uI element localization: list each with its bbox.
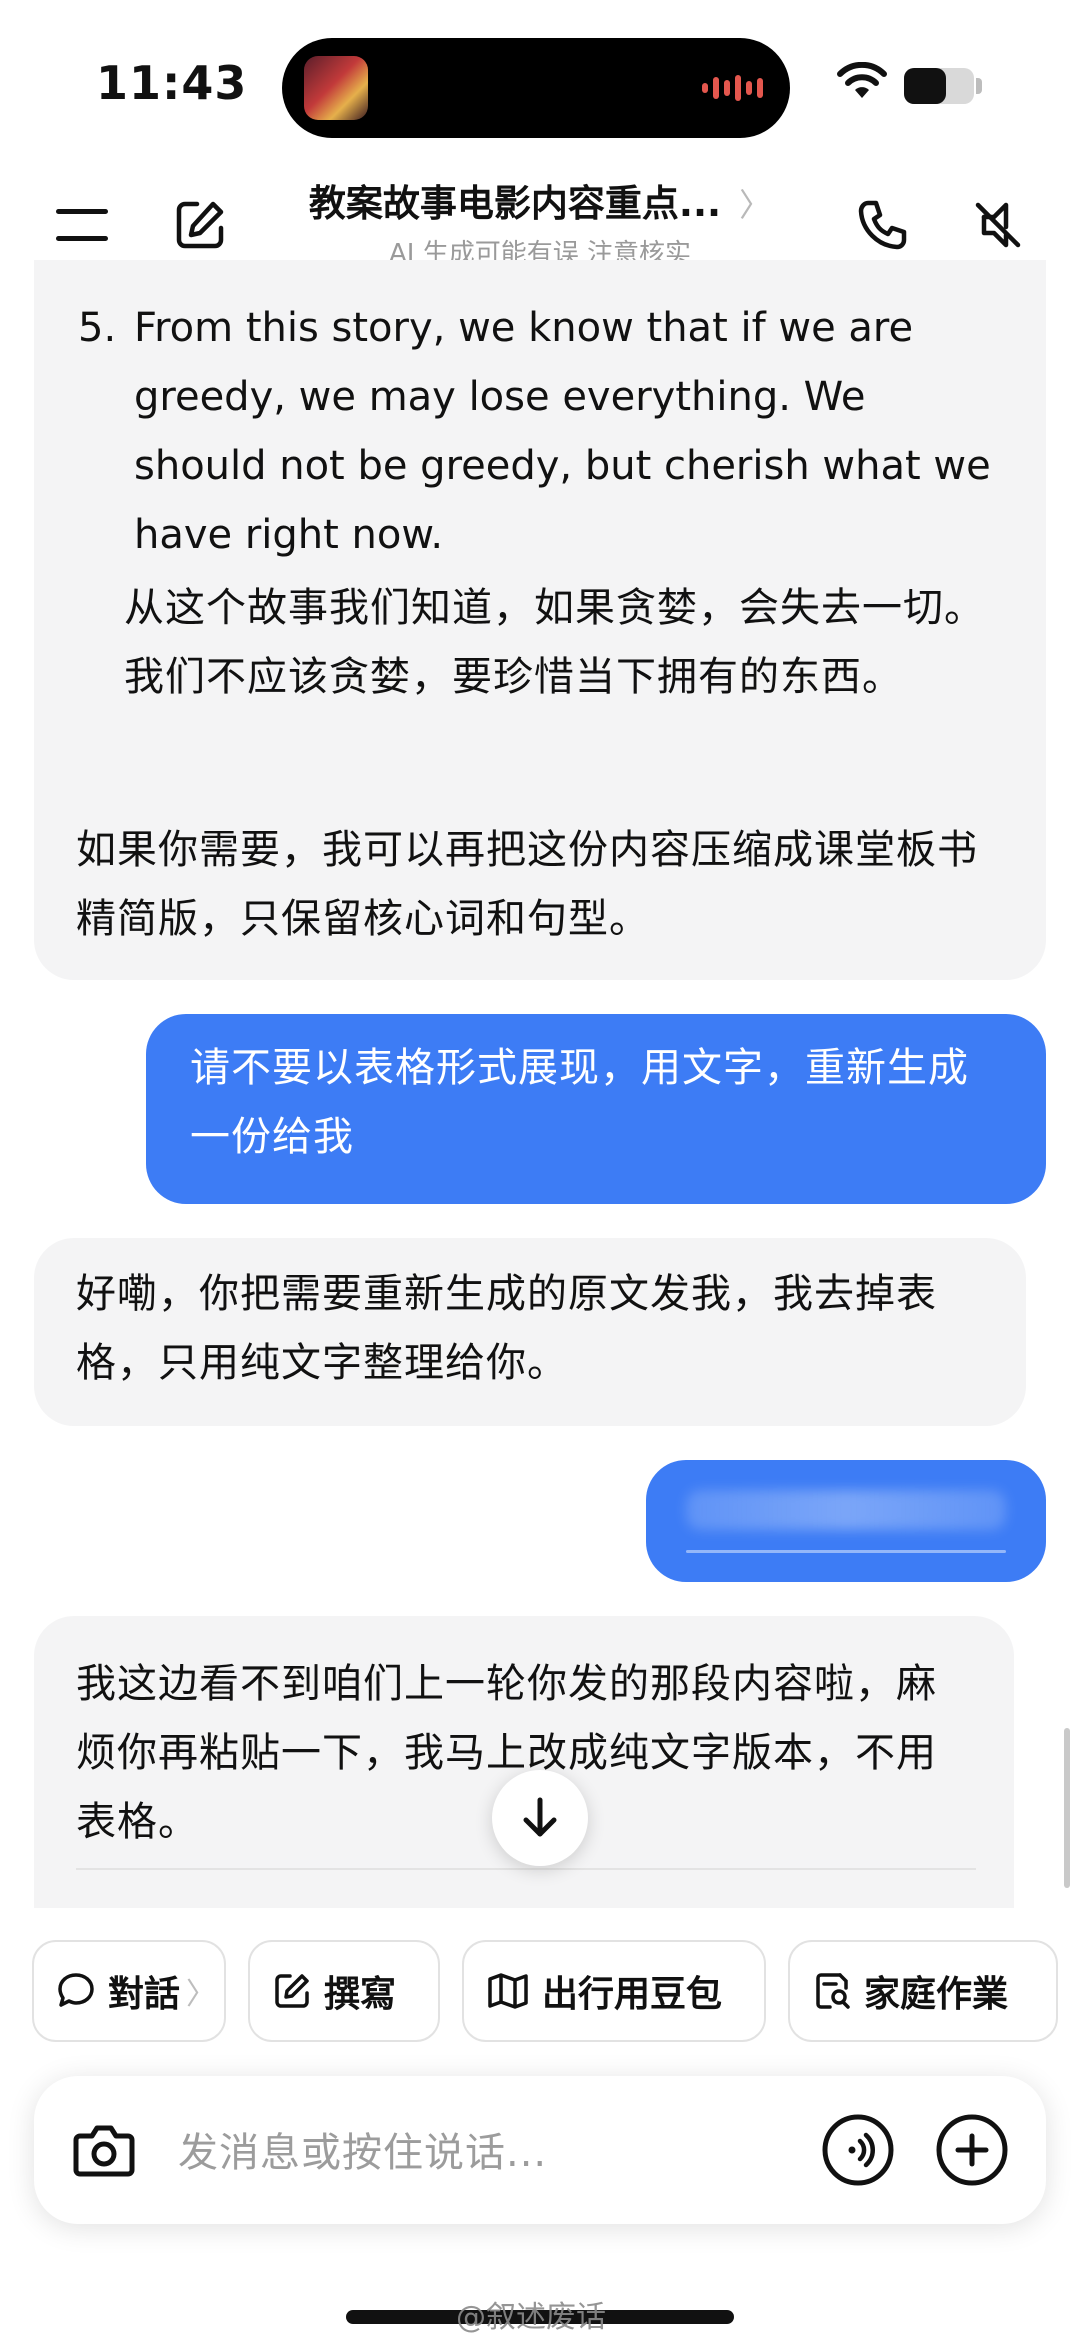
chinese-translation: 从这个故事我们知道，如果贪婪，会失去一切。我们不应该贪婪，要珍惜当下拥有的东西。 <box>124 585 985 700</box>
chip-travel[interactable]: 出行用豆包 <box>462 1940 766 2042</box>
new-chat-button[interactable] <box>160 185 240 265</box>
now-playing-artwork <box>304 56 368 120</box>
divider <box>76 1868 976 1870</box>
chat-bubble-icon <box>58 1973 94 2007</box>
chip-write[interactable]: 撰寫 <box>248 1940 440 2042</box>
phone-icon <box>858 200 907 250</box>
battery-cap <box>976 78 982 94</box>
message-composer: 发消息或按住说话... <box>34 2076 1046 2224</box>
chevron-right-icon: 〉 <box>186 1977 217 2012</box>
chat-title-area[interactable]: 教案故事电影内容重点... 〉 AI 生成可能有误 注意核实 <box>260 173 820 270</box>
plus-icon[interactable] <box>934 2112 1010 2188</box>
map-icon <box>488 1973 528 2009</box>
scrollbar[interactable] <box>1064 1728 1070 1888</box>
user-message[interactable]: 请不要以表格形式展现，用文字，重新生成一份给我 <box>146 1014 1046 1204</box>
speaker-mute-icon <box>975 202 1021 248</box>
ai-message[interactable]: 好嘞，你把需要重新生成的原文发我，我去掉表格，只用纯文字整理给你。 <box>34 1238 1026 1426</box>
ai-message[interactable]: 5. From this story, we know that if we a… <box>34 260 1046 980</box>
chip-label: 對話 <box>108 1974 181 2015</box>
english-sentence: From this story, we know that if we are … <box>134 305 991 558</box>
battery-icon <box>904 68 974 104</box>
watermark: @叙述废话 <box>456 2300 606 2335</box>
mute-button[interactable] <box>958 185 1038 265</box>
status-time: 11:43 <box>96 56 248 110</box>
ai-message[interactable]: 我这边看不到咱们上一轮你发的那段内容啦，麻烦你再粘贴一下，我马上改成纯文字版本，… <box>34 1616 1014 1916</box>
chip-chat[interactable]: 對話 〉 <box>32 1940 226 2042</box>
scroll-to-bottom-button[interactable] <box>492 1770 588 1866</box>
chip-label: 出行用豆包 <box>542 1974 723 2015</box>
chip-label: 撰寫 <box>324 1974 397 2015</box>
chevron-right-icon: 〉 <box>739 186 772 224</box>
status-bar: 11:43 <box>0 0 1080 165</box>
wifi-icon <box>837 62 887 98</box>
hamburger-icon <box>56 209 108 241</box>
camera-icon[interactable] <box>68 2114 140 2186</box>
quick-actions: 對話 〉 撰寫 出行用豆包 家庭作業 <box>0 1908 1080 2088</box>
chip-label: 家庭作業 <box>864 1974 1009 2015</box>
compose-icon <box>176 201 224 249</box>
voice-call-icon[interactable] <box>820 2112 896 2188</box>
chat-title: 教案故事电影内容重点... <box>308 182 722 225</box>
audio-wave-icon <box>702 74 764 102</box>
call-button[interactable] <box>842 185 922 265</box>
menu-button[interactable] <box>42 185 122 265</box>
edit-icon <box>275 1974 309 2008</box>
message-input[interactable]: 发消息或按住说话... <box>178 2120 547 2178</box>
blurred-content <box>686 1490 1006 1530</box>
ai-follow-up-text: 如果你需要，我可以再把这份内容压缩成课堂板书精简版，只保留核心词和句型。 <box>76 827 978 942</box>
arrow-down-icon <box>523 1797 557 1837</box>
homework-icon <box>816 1973 850 2009</box>
chip-homework[interactable]: 家庭作業 <box>788 1940 1058 2042</box>
dynamic-island[interactable] <box>282 38 790 138</box>
blurred-underline <box>686 1550 1006 1553</box>
list-number: 5. <box>78 305 117 351</box>
user-message-blurred[interactable] <box>646 1460 1046 1582</box>
